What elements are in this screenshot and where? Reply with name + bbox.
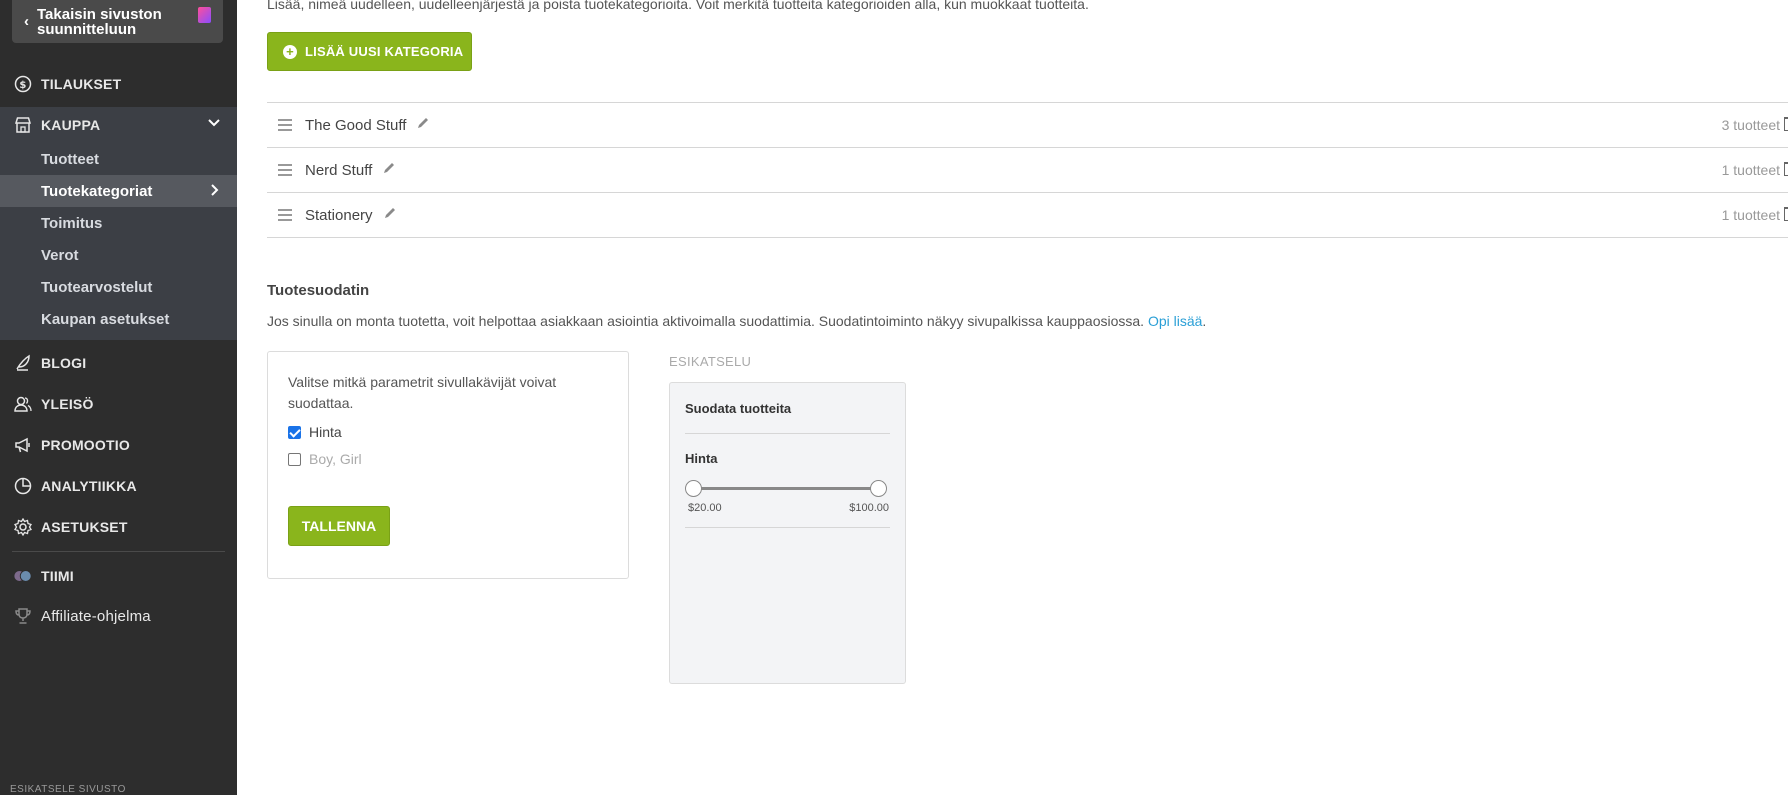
category-name: Nerd Stuff xyxy=(305,161,373,179)
checkbox-unchecked[interactable] xyxy=(288,452,301,466)
back-label: Takaisin sivuston suunnitteluun xyxy=(37,5,162,38)
sidebar-item-label: YLEISÖ xyxy=(41,396,94,412)
sidebar-subitem-tuotteet[interactable]: Tuotteet xyxy=(0,143,237,175)
divider xyxy=(685,527,890,528)
back-to-site-design-button[interactable]: ‹ Takaisin sivuston suunnitteluun xyxy=(12,0,223,43)
pencil-icon[interactable] xyxy=(383,206,397,225)
filter-params-panel: Valitse mitkä parametrit sivullakävijät … xyxy=(267,351,629,579)
sidebar-item-label: ASETUKSET xyxy=(41,519,128,535)
drag-handle-icon[interactable] xyxy=(278,209,292,221)
gear-icon xyxy=(13,517,33,537)
sidebar-subitem-tuotearvostelut[interactable]: Tuotearvostelut xyxy=(0,271,237,303)
sidebar-item-label: TILAUKSET xyxy=(41,76,122,92)
sidebar-subitem-tuotekategoriat[interactable]: Tuotekategoriat xyxy=(0,175,237,207)
subitem-label: Tuotekategoriat xyxy=(41,182,153,200)
learn-more-link[interactable]: Opi lisää xyxy=(1148,313,1202,329)
sidebar-item-yleiso[interactable]: YLEISÖ xyxy=(0,386,237,422)
subitem-label: Tuotteet xyxy=(41,150,100,168)
chevron-left-icon: ‹ xyxy=(24,13,29,30)
page-icon xyxy=(198,7,211,23)
save-button[interactable]: TALLENNA xyxy=(288,506,390,546)
pie-chart-icon xyxy=(13,476,33,496)
sidebar-item-analytiikka[interactable]: ANALYTIIKKA xyxy=(0,468,237,504)
sidebar: ‹ Takaisin sivuston suunnitteluun $ TILA… xyxy=(0,0,237,795)
divider xyxy=(685,433,890,434)
trash-icon[interactable] xyxy=(1784,162,1788,176)
category-row: Stationery 1 tuotteet xyxy=(267,193,1788,238)
chevron-right-icon xyxy=(207,183,221,201)
category-product-count: 1 tuotteet xyxy=(1721,207,1780,223)
sidebar-subitem-kaupan-asetukset[interactable]: Kaupan asetukset xyxy=(0,303,237,335)
sidebar-item-label: BLOGI xyxy=(41,355,87,371)
filter-section-title: Tuotesuodatin xyxy=(267,282,370,299)
filter-description-period: . xyxy=(1202,313,1207,329)
users-icon xyxy=(13,394,33,414)
sidebar-item-promootio[interactable]: PROMOOTIO xyxy=(0,427,237,463)
drag-handle-icon[interactable] xyxy=(278,164,292,176)
page-description: Lisää, nimeä uudelleen, uudelleenjärjest… xyxy=(267,0,1089,12)
trash-icon[interactable] xyxy=(1784,207,1788,221)
main-content: Lisää, nimeä uudelleen, uudelleenjärjest… xyxy=(237,0,1788,795)
preview-price-heading: Hinta xyxy=(685,451,718,466)
trash-icon[interactable] xyxy=(1784,117,1788,131)
preview-site-link[interactable]: ESIKATSELE SIVUSTO xyxy=(10,784,126,795)
sidebar-item-tilaukset[interactable]: $ TILAUKSET xyxy=(0,66,237,102)
filter-description-text: Jos sinulla on monta tuotetta, voit help… xyxy=(267,313,1145,329)
filter-option-label: Boy, Girl xyxy=(309,451,362,467)
sidebar-subitem-verot[interactable]: Verot xyxy=(0,239,237,271)
subitem-label: Verot xyxy=(41,246,79,264)
sidebar-item-label: KAUPPA xyxy=(41,117,101,133)
price-slider-max-handle[interactable] xyxy=(870,480,887,497)
subitem-label: Tuotearvostelut xyxy=(41,278,153,296)
sidebar-item-label: Affiliate-ohjelma xyxy=(41,607,151,625)
feather-icon xyxy=(13,353,33,373)
sidebar-item-blogi[interactable]: BLOGI xyxy=(0,345,237,381)
category-name: The Good Stuff xyxy=(305,116,407,134)
category-row: Nerd Stuff 1 tuotteet xyxy=(267,148,1788,193)
sidebar-divider xyxy=(12,551,225,552)
sidebar-item-affiliate[interactable]: Affiliate-ohjelma xyxy=(0,598,237,634)
preview-label: ESIKATSELU xyxy=(669,354,752,369)
trophy-icon xyxy=(13,606,33,626)
preview-title: Suodata tuotteita xyxy=(685,401,792,416)
dollar-circle-icon: $ xyxy=(13,74,33,94)
sidebar-item-label: PROMOOTIO xyxy=(41,437,130,453)
add-category-label: LISÄÄ UUSI KATEGORIA xyxy=(305,44,464,59)
svg-text:$: $ xyxy=(19,80,26,91)
checkbox-checked[interactable] xyxy=(288,425,301,439)
price-slider-min-handle[interactable] xyxy=(685,480,702,497)
subitem-label: Toimitus xyxy=(41,214,103,232)
pencil-icon[interactable] xyxy=(416,116,430,135)
category-list: The Good Stuff 3 tuotteet Nerd Stuff 1 t… xyxy=(267,102,1788,238)
sidebar-item-asetukset[interactable]: ASETUKSET xyxy=(0,509,237,545)
price-max-value: $100.00 xyxy=(849,502,889,514)
category-name: Stationery xyxy=(305,206,373,224)
price-slider-track xyxy=(694,487,879,490)
subitem-label: Kaupan asetukset xyxy=(41,310,170,328)
store-icon xyxy=(13,115,33,135)
add-category-button[interactable]: + LISÄÄ UUSI KATEGORIA xyxy=(267,32,472,71)
drag-handle-icon[interactable] xyxy=(278,119,292,131)
kauppa-submenu: Tuotteet Tuotekategoriat Toimitus Verot … xyxy=(0,143,237,340)
filter-option-boy-girl[interactable]: Boy, Girl xyxy=(288,451,362,467)
pencil-icon[interactable] xyxy=(382,161,396,180)
chevron-down-icon xyxy=(207,116,221,133)
megaphone-icon xyxy=(13,435,33,455)
filter-preview-panel: Suodata tuotteita Hinta $20.00 $100.00 xyxy=(669,382,906,684)
sidebar-item-label: ANALYTIIKKA xyxy=(41,478,137,494)
category-product-count: 3 tuotteet xyxy=(1721,117,1780,133)
sidebar-item-tiimi[interactable]: TIIMI xyxy=(0,558,237,594)
sidebar-item-kauppa[interactable]: KAUPPA xyxy=(0,107,237,143)
params-instructions: Valitse mitkä parametrit sivullakävijät … xyxy=(288,374,557,411)
category-product-count: 1 tuotteet xyxy=(1721,162,1780,178)
price-min-value: $20.00 xyxy=(688,502,722,514)
filter-option-hinta[interactable]: Hinta xyxy=(288,424,342,440)
sidebar-item-label: TIIMI xyxy=(41,568,74,584)
category-row: The Good Stuff 3 tuotteet xyxy=(267,103,1788,148)
filter-description: Jos sinulla on monta tuotetta, voit help… xyxy=(267,313,1206,329)
team-avatars-icon xyxy=(13,566,33,586)
plus-circle-icon: + xyxy=(283,44,297,59)
filter-option-label: Hinta xyxy=(309,424,342,440)
sidebar-subitem-toimitus[interactable]: Toimitus xyxy=(0,207,237,239)
